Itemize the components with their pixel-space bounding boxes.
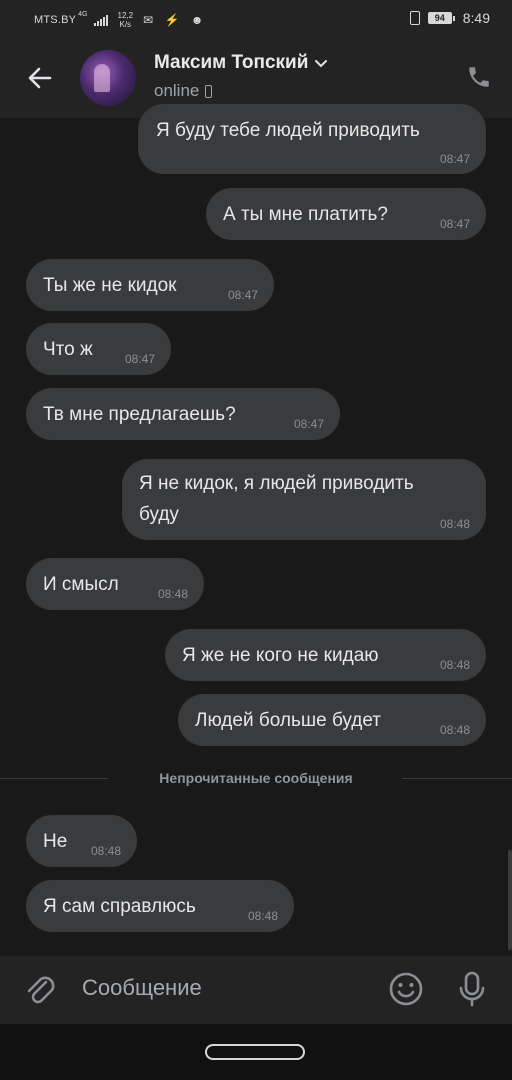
paperclip-icon[interactable]: [24, 972, 56, 1008]
carrier-label: MTS.BY: [34, 14, 77, 26]
contact-name: Максим Топский: [154, 52, 309, 73]
message-composer: Сообщение: [0, 956, 512, 1024]
system-nav-bar: [0, 1024, 512, 1080]
message-time: 08:47: [124, 352, 155, 366]
presence-status: online: [154, 81, 200, 100]
speed-value: 12,2: [117, 11, 134, 20]
divider-line: [402, 778, 512, 779]
scrollbar[interactable]: [508, 850, 512, 950]
battery-icon: 94: [427, 12, 455, 24]
microphone-icon[interactable]: [456, 970, 488, 1008]
emoji-icon[interactable]: [388, 971, 424, 1007]
message-outgoing[interactable]: Людей больше будет 08:48: [178, 694, 486, 746]
message-text: Я сам справлюсь: [43, 896, 196, 917]
clock: 8:49: [462, 10, 490, 26]
message-text: И смысл: [43, 574, 119, 595]
message-outgoing[interactable]: Я же не кого не кидаю 08:48: [165, 629, 486, 681]
message-text: Я же не кого не кидаю: [182, 645, 379, 666]
message-text-line2: буду: [139, 504, 179, 525]
battery-level: 94: [427, 12, 452, 24]
message-incoming[interactable]: Не 08:48: [26, 815, 137, 867]
contact-name-row[interactable]: Максим Топский: [154, 52, 328, 74]
message-time: 08:48: [157, 587, 188, 601]
message-time: 08:48: [90, 844, 121, 858]
message-outgoing[interactable]: Я буду тебе людей приводить 08:47: [138, 104, 486, 174]
phone-icon[interactable]: [466, 64, 492, 90]
unread-divider: Непрочитанные сообщения: [0, 768, 512, 790]
message-text-line1: Я не кидок, я людей приводить: [139, 473, 414, 494]
message-text: Не: [43, 831, 68, 852]
network-type: 4G: [78, 11, 88, 18]
message-incoming[interactable]: И смысл 08:48: [26, 558, 204, 610]
message-incoming[interactable]: Я сам справлюсь 08:48: [26, 880, 294, 932]
message-incoming[interactable]: Ты же не кидок 08:47: [26, 259, 274, 311]
message-incoming[interactable]: Тв мне предлагаешь? 08:47: [26, 388, 340, 440]
message-time: 08:48: [439, 723, 470, 737]
status-bar: MTS.BY 4G 12,2 K/s ✉ ⚡ ☻ 94 8:49: [0, 0, 512, 38]
network-speed: 12,2 K/s: [118, 11, 134, 29]
speed-unit: K/s: [119, 20, 132, 29]
message-text: Что ж: [43, 339, 93, 360]
message-outgoing[interactable]: Я не кидок, я людей приводить буду 08:48: [122, 459, 486, 540]
status-left: MTS.BY 4G 12,2 K/s ✉ ⚡ ☻: [34, 11, 207, 29]
message-time: 08:47: [227, 288, 258, 302]
arrow-left-icon[interactable]: [24, 62, 56, 94]
home-gesture-pill[interactable]: [205, 1044, 305, 1060]
message-incoming[interactable]: Что ж 08:47: [26, 323, 171, 375]
message-text: Ты же не кидок: [43, 275, 177, 296]
message-outgoing[interactable]: А ты мне платить? 08:47: [206, 188, 486, 240]
status-right: 94 8:49: [409, 10, 490, 26]
avatar[interactable]: [80, 50, 136, 106]
vibrate-icon: [409, 11, 420, 25]
message-text: Людей больше будет: [195, 710, 382, 731]
message-time: 08:48: [439, 658, 470, 672]
message-time: 08:47: [293, 417, 324, 431]
message-time: 08:47: [439, 152, 470, 166]
presence-row: online: [154, 81, 213, 101]
message-text: А ты мне платить?: [223, 204, 388, 225]
chevron-down-icon: [315, 60, 328, 68]
notification-icons: ✉ ⚡ ☻: [143, 13, 208, 27]
mobile-device-icon: [205, 84, 213, 98]
message-input[interactable]: Сообщение: [82, 975, 202, 1001]
message-time: 08:47: [439, 217, 470, 231]
signal-icon: [93, 14, 108, 26]
message-time: 08:48: [247, 909, 278, 923]
message-text: Тв мне предлагаешь?: [43, 404, 236, 425]
message-text: Я буду тебе людей приводить: [156, 120, 420, 141]
message-time: 08:48: [439, 517, 470, 531]
